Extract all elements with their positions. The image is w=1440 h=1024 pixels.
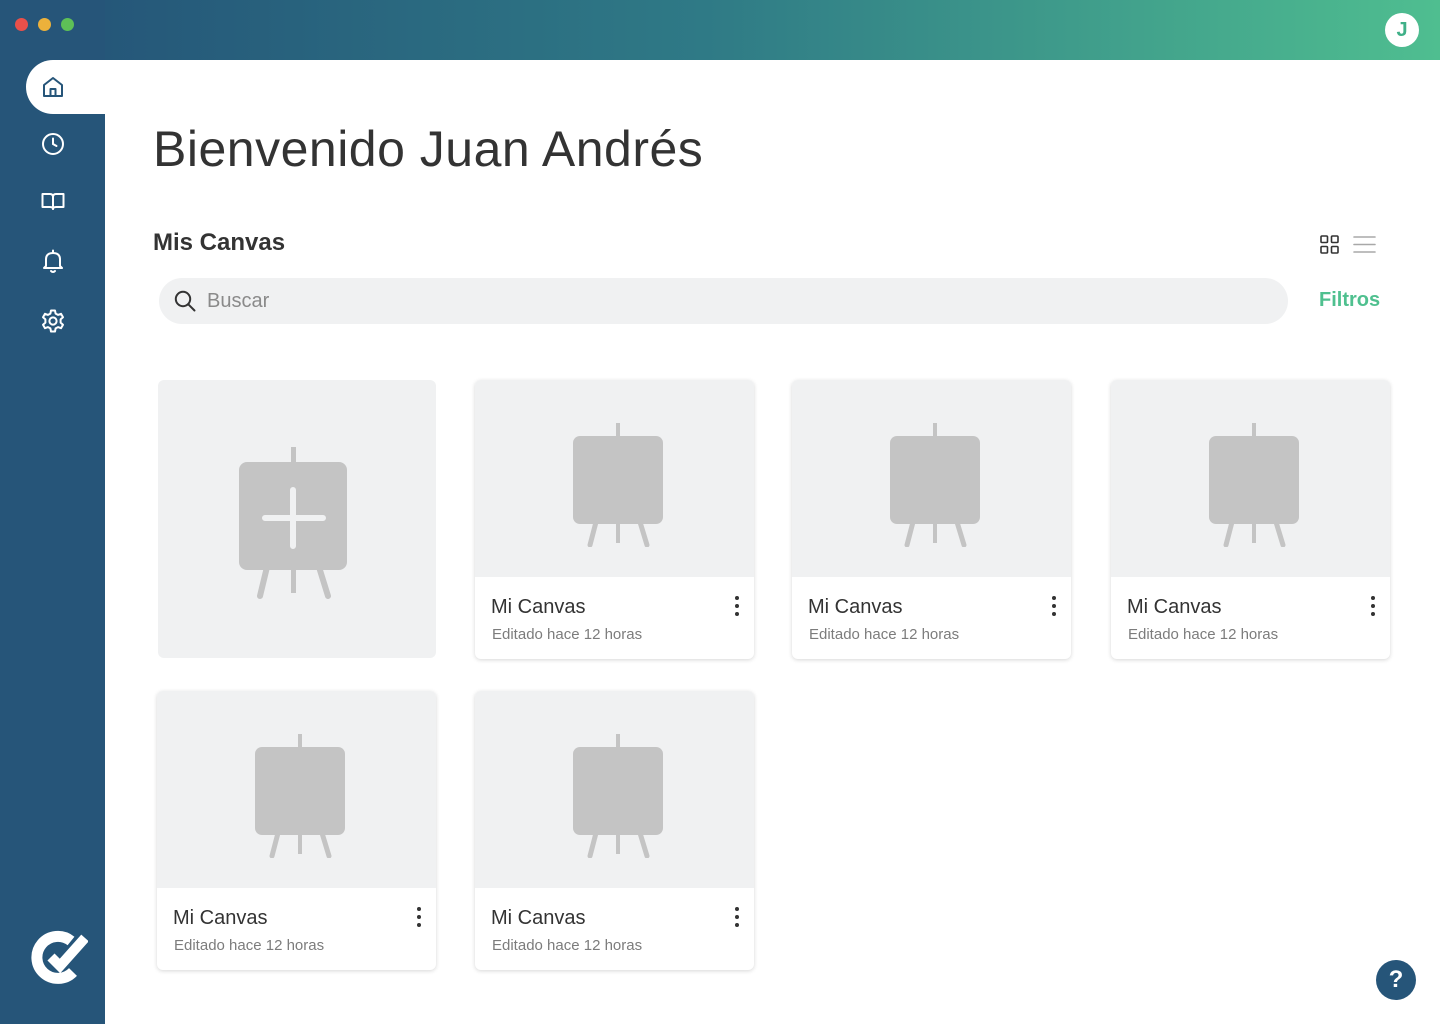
more-options-button[interactable] bbox=[1368, 595, 1378, 617]
new-canvas-card[interactable] bbox=[158, 380, 436, 658]
more-options-button[interactable] bbox=[732, 595, 742, 617]
section-title: Mis Canvas bbox=[153, 229, 286, 256]
bell-icon bbox=[43, 249, 63, 273]
minimize-window-button[interactable] bbox=[38, 18, 51, 31]
gear-icon bbox=[42, 309, 64, 333]
sidebar-item-settings[interactable] bbox=[26, 294, 105, 348]
filters-button[interactable]: Filtros bbox=[1319, 289, 1380, 312]
help-button[interactable]: ? bbox=[1376, 960, 1416, 1000]
canvas-thumbnail bbox=[1111, 380, 1390, 577]
canvas-thumbnail bbox=[157, 691, 436, 888]
canvas-edited-time: Editado hace 12 horas bbox=[809, 626, 960, 643]
list-view-icon[interactable] bbox=[1353, 235, 1376, 254]
canvas-edited-time: Editado hace 12 horas bbox=[492, 626, 643, 643]
sidebar bbox=[0, 0, 105, 1024]
grid-view-icon[interactable] bbox=[1320, 235, 1339, 254]
search-input[interactable] bbox=[207, 289, 1267, 313]
window-controls bbox=[15, 18, 74, 31]
user-avatar[interactable]: J bbox=[1385, 13, 1419, 47]
close-window-button[interactable] bbox=[15, 18, 28, 31]
easel-icon bbox=[1209, 423, 1299, 547]
canvas-edited-time: Editado hace 12 horas bbox=[492, 937, 643, 954]
home-icon bbox=[43, 77, 63, 97]
canvas-card[interactable]: Mi Canvas Editado hace 12 horas bbox=[475, 691, 754, 970]
vertical-dots-icon bbox=[735, 907, 739, 927]
canvas-name: Mi Canvas bbox=[491, 907, 586, 929]
book-icon bbox=[41, 193, 65, 210]
sidebar-item-history[interactable] bbox=[26, 117, 105, 171]
canvas-card[interactable]: Mi Canvas Editado hace 12 horas bbox=[1111, 380, 1390, 659]
more-options-button[interactable] bbox=[1049, 595, 1059, 617]
search-icon bbox=[174, 290, 196, 312]
canvas-name: Mi Canvas bbox=[491, 596, 586, 618]
vertical-dots-icon bbox=[735, 596, 739, 616]
add-canvas-icon bbox=[239, 447, 347, 599]
clock-icon bbox=[42, 133, 64, 155]
easel-icon bbox=[573, 734, 663, 858]
canvas-edited-time: Editado hace 12 horas bbox=[1128, 626, 1279, 643]
more-options-button[interactable] bbox=[732, 906, 742, 928]
easel-icon bbox=[255, 734, 345, 858]
zoom-window-button[interactable] bbox=[61, 18, 74, 31]
canvas-name: Mi Canvas bbox=[173, 907, 268, 929]
sidebar-item-library[interactable] bbox=[26, 174, 105, 228]
top-bar: J bbox=[105, 0, 1440, 60]
search-bar bbox=[159, 278, 1288, 324]
canvas-thumbnail bbox=[792, 380, 1071, 577]
canvas-name: Mi Canvas bbox=[1127, 596, 1222, 618]
canvas-card[interactable]: Mi Canvas Editado hace 12 horas bbox=[475, 380, 754, 659]
canvas-thumbnail bbox=[475, 691, 754, 888]
page-title: Bienvenido Juan Andrés bbox=[153, 121, 704, 177]
brand-logo-icon bbox=[31, 930, 88, 984]
vertical-dots-icon bbox=[1371, 596, 1375, 616]
vertical-dots-icon bbox=[1052, 596, 1056, 616]
sidebar-item-home[interactable] bbox=[26, 60, 105, 114]
vertical-dots-icon bbox=[417, 907, 421, 927]
easel-icon bbox=[890, 423, 980, 547]
canvas-edited-time: Editado hace 12 horas bbox=[174, 937, 325, 954]
canvas-card[interactable]: Mi Canvas Editado hace 12 horas bbox=[792, 380, 1071, 659]
canvas-name: Mi Canvas bbox=[808, 596, 903, 618]
canvas-thumbnail bbox=[475, 380, 754, 577]
more-options-button[interactable] bbox=[414, 906, 424, 928]
sidebar-item-notifications[interactable] bbox=[26, 234, 105, 288]
canvas-card[interactable]: Mi Canvas Editado hace 12 horas bbox=[157, 691, 436, 970]
easel-icon bbox=[573, 423, 663, 547]
